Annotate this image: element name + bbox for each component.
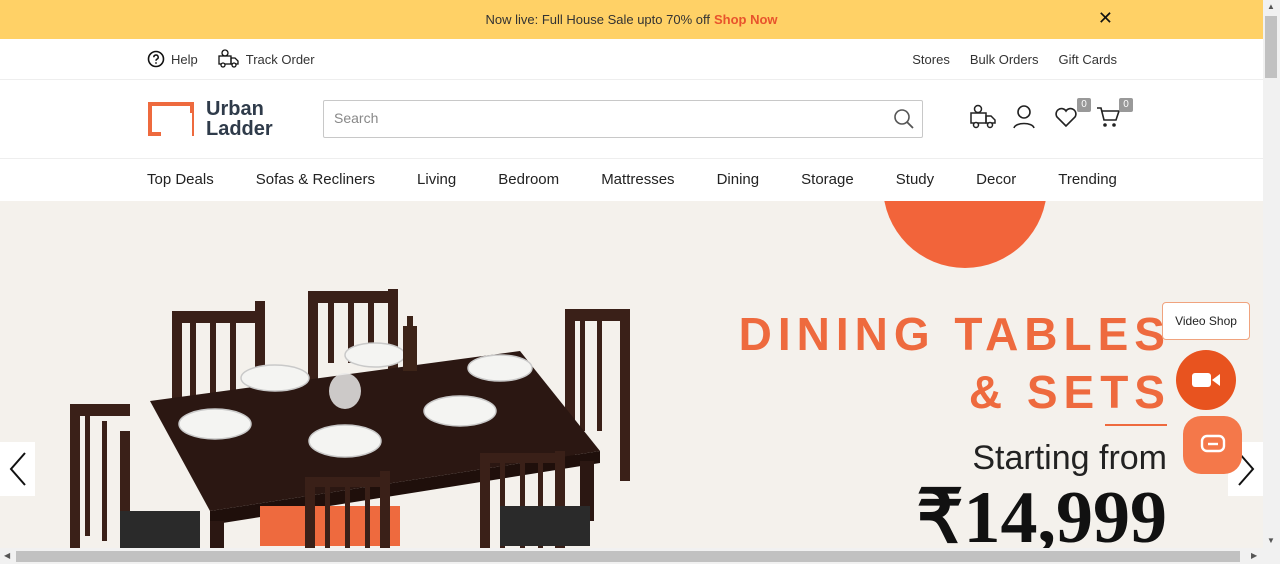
brand-logo[interactable]: Urban Ladder xyxy=(147,99,273,139)
close-icon[interactable]: ✕ xyxy=(1098,8,1113,29)
logo-mark-icon xyxy=(148,102,194,136)
main-header: Urban Ladder Search 0 0 xyxy=(0,80,1263,159)
dining-set-illustration xyxy=(70,289,630,548)
search-icon[interactable] xyxy=(892,107,916,131)
gift-cards-link[interactable]: Gift Cards xyxy=(1058,52,1117,67)
hero-title: DINING TABLES & SETS xyxy=(739,305,1171,421)
decorative-circle xyxy=(884,201,1046,268)
nav-item-dining[interactable]: Dining xyxy=(717,171,760,188)
track-order-button[interactable] xyxy=(969,104,996,130)
scroll-down-icon[interactable]: ▼ xyxy=(1267,536,1275,545)
announcement-bar: Now live: Full House Sale upto 70% off S… xyxy=(0,0,1263,39)
help-icon xyxy=(147,50,165,68)
nav-item-trending[interactable]: Trending xyxy=(1058,171,1117,188)
video-shop-button[interactable] xyxy=(1176,350,1236,410)
nav-item-decor[interactable]: Decor xyxy=(976,171,1016,188)
account-button[interactable] xyxy=(1011,104,1037,130)
nav-item-sofas-recliners[interactable]: Sofas & Recliners xyxy=(256,171,375,188)
hero-title-line1: DINING TABLES xyxy=(738,308,1171,360)
cart-button[interactable]: 0 xyxy=(1095,98,1133,130)
hero-price: ₹14,999 xyxy=(916,477,1167,548)
vertical-scrollbar[interactable] xyxy=(1263,0,1280,548)
wishlist-button[interactable]: 0 xyxy=(1053,98,1091,130)
video-camera-icon xyxy=(1192,373,1220,387)
carousel-prev-button[interactable] xyxy=(0,442,35,496)
chevron-left-icon xyxy=(9,452,26,486)
nav-item-study[interactable]: Study xyxy=(896,171,934,188)
nav-item-mattresses[interactable]: Mattresses xyxy=(601,171,674,188)
hero-title-line2: & SETS xyxy=(968,366,1171,418)
nav-item-bedroom[interactable]: Bedroom xyxy=(498,171,559,188)
announcement-text: Now live: Full House Sale upto 70% off xyxy=(485,12,710,27)
hero-subtitle: Starting from xyxy=(972,439,1167,477)
chat-icon xyxy=(1200,434,1225,453)
scroll-left-icon[interactable]: ◀ xyxy=(4,551,10,560)
user-icon xyxy=(1013,105,1035,129)
nav-item-top-deals[interactable]: Top Deals xyxy=(147,171,214,188)
cart-count-badge: 0 xyxy=(1119,98,1133,112)
search-box xyxy=(323,100,923,138)
track-order-link[interactable]: Track Order xyxy=(218,49,315,69)
hero-banner[interactable]: DINING TABLES & SETS Starting from ₹14,9… xyxy=(0,201,1263,548)
video-shop-tooltip: Video Shop xyxy=(1162,302,1250,340)
truck-icon xyxy=(218,49,239,68)
vertical-scroll-thumb[interactable] xyxy=(1265,16,1277,78)
logo-line1: Urban xyxy=(206,98,264,120)
heart-icon xyxy=(1055,107,1077,128)
cart-icon xyxy=(1097,107,1121,127)
nav-item-storage[interactable]: Storage xyxy=(801,171,854,188)
scroll-up-icon[interactable]: ▲ xyxy=(1267,2,1275,11)
shop-now-link[interactable]: Shop Now xyxy=(714,12,778,27)
horizontal-scroll-thumb[interactable] xyxy=(16,551,1240,562)
wishlist-count-badge: 0 xyxy=(1077,98,1091,112)
logo-line2: Ladder xyxy=(206,118,273,140)
stores-link[interactable]: Stores xyxy=(912,52,950,67)
utility-bar: Help Track Order Stores Bulk Orders Gift… xyxy=(0,39,1263,80)
scroll-right-icon[interactable]: ▶ xyxy=(1251,551,1257,560)
chat-button[interactable] xyxy=(1183,416,1242,474)
search-input[interactable] xyxy=(324,101,884,135)
track-order-label: Track Order xyxy=(245,51,315,67)
help-link[interactable]: Help xyxy=(147,50,198,68)
hero-divider xyxy=(1105,424,1167,426)
truck-icon xyxy=(970,104,996,129)
category-nav: Top Deals Sofas & Recliners Living Bedro… xyxy=(147,158,1117,200)
bulk-orders-link[interactable]: Bulk Orders xyxy=(970,52,1039,67)
help-label: Help xyxy=(171,51,198,67)
nav-item-living[interactable]: Living xyxy=(417,171,456,188)
